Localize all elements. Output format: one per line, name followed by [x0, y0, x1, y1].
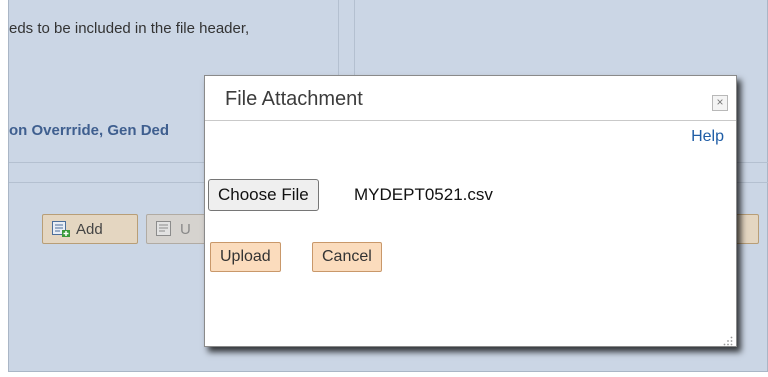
- background-description-text: eds to be included in the file header,: [9, 20, 250, 37]
- close-icon[interactable]: ×: [712, 95, 728, 111]
- upload-icon: [156, 221, 174, 237]
- cancel-button[interactable]: Cancel: [312, 242, 382, 272]
- add-icon: [52, 221, 70, 237]
- upload-button[interactable]: Upload: [210, 242, 281, 272]
- resize-grip-icon[interactable]: [723, 333, 733, 346]
- file-attachment-dialog: File Attachment × Help Choose File MYDEP…: [204, 75, 737, 347]
- help-link[interactable]: Help: [691, 128, 724, 146]
- add-button-label: Add: [76, 220, 103, 238]
- choose-file-button[interactable]: Choose File: [208, 179, 319, 211]
- upload-data-button-label: U: [180, 220, 191, 238]
- title-divider: [205, 120, 736, 121]
- selected-file-name: MYDEPT0521.csv: [354, 185, 493, 204]
- dialog-title: File Attachment: [225, 88, 363, 110]
- background-link-text: on Overrride, Gen Ded: [9, 122, 170, 139]
- add-button[interactable]: Add: [42, 214, 138, 244]
